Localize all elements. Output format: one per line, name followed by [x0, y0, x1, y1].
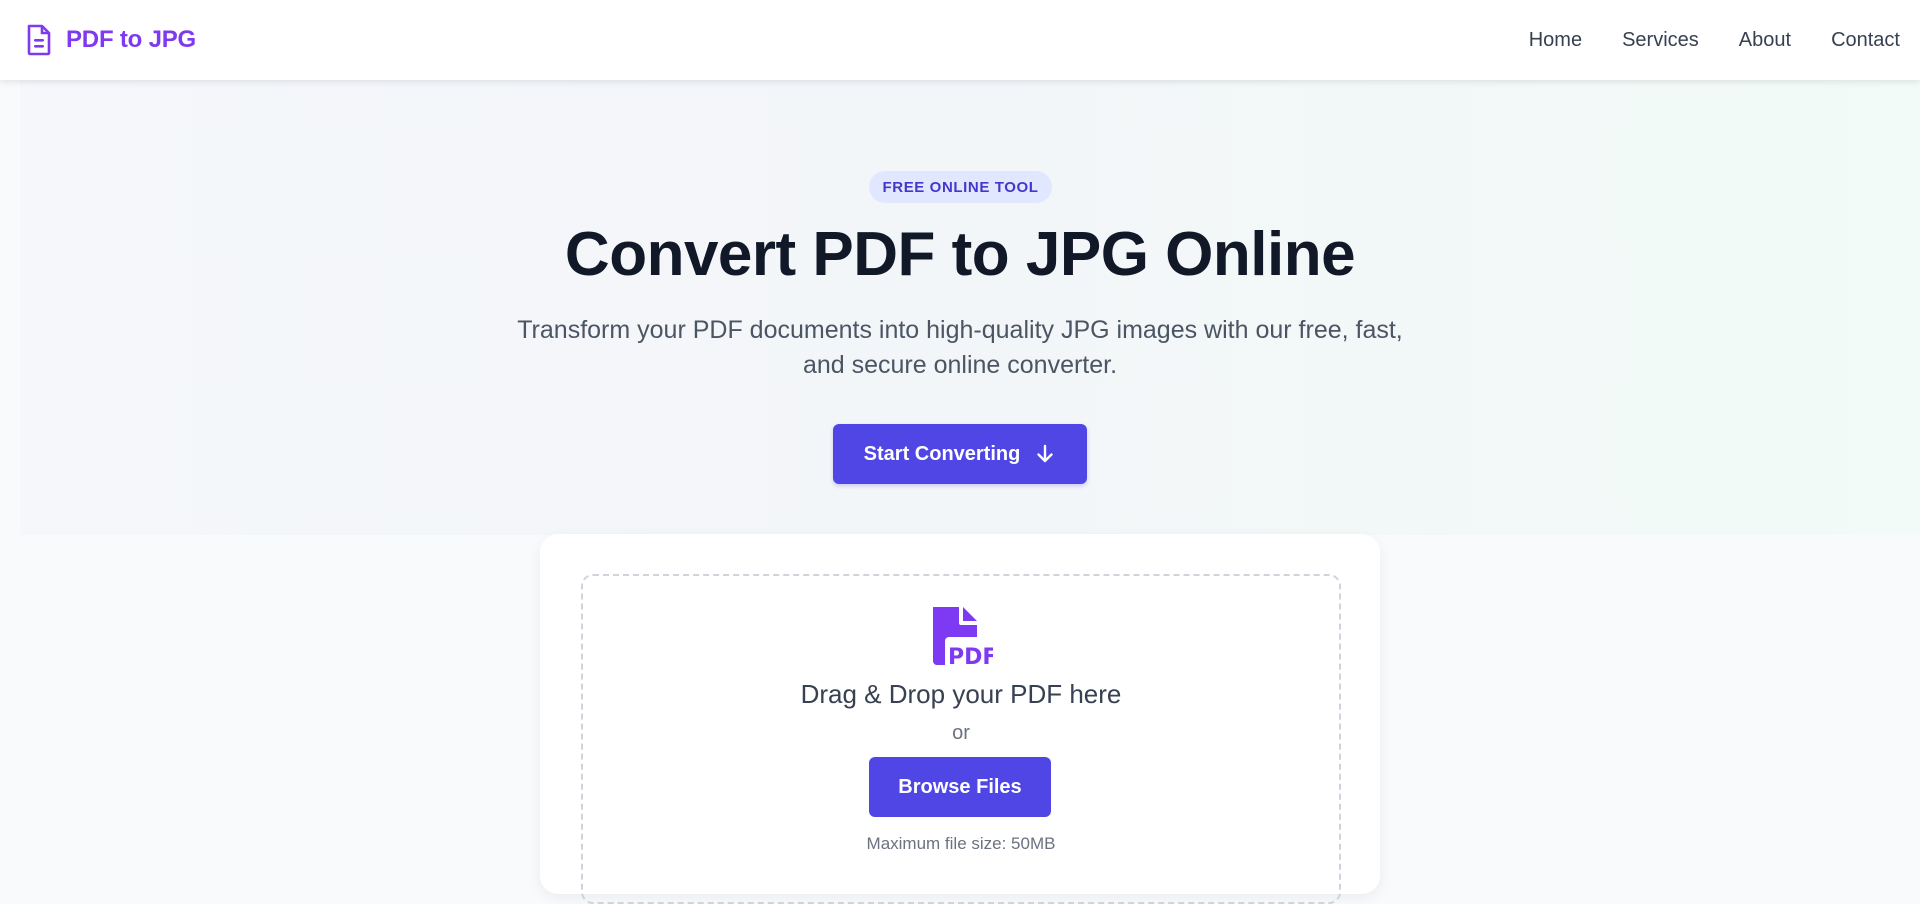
hero-subtitle-line-1: Transform your PDF documents into high-q… [517, 316, 1403, 344]
drop-or-text: or [952, 722, 970, 744]
nav-links: Home Services About Contact [1529, 29, 1900, 52]
hero-subtitle-line-2: and secure online converter. [802, 351, 1118, 379]
arrow-down-icon [1037, 444, 1054, 463]
nav-link-services[interactable]: Services [1622, 29, 1699, 52]
brand-name: PDF to JPG [66, 26, 197, 53]
free-tool-badge: FREE ONLINE TOOL [869, 171, 1052, 203]
nav-link-about[interactable]: About [1739, 29, 1791, 52]
pdf-dropzone[interactable]: PDF Drag & Drop your PDF here or Browse … [581, 574, 1341, 904]
start-converting-label: Start Converting [863, 442, 1021, 465]
page-title: Convert PDF to JPG Online [564, 220, 1356, 289]
document-icon [27, 24, 51, 56]
svg-text:PDF: PDF [948, 645, 993, 667]
nav-link-home[interactable]: Home [1529, 29, 1582, 52]
nav-link-contact[interactable]: Contact [1831, 29, 1900, 52]
browse-files-button[interactable]: Browse Files [869, 757, 1051, 817]
pdf-file-icon: PDF [933, 607, 993, 667]
top-navbar: PDF to JPG Home Services About Contact [0, 0, 1920, 80]
upload-card: PDF Drag & Drop your PDF here or Browse … [540, 534, 1380, 904]
brand-logo-link[interactable]: PDF to JPG [26, 24, 196, 56]
start-converting-button[interactable]: Start Converting [833, 424, 1087, 484]
hero-subtitle: Transform your PDF documents into high-q… [460, 313, 1460, 383]
max-file-size-text: Maximum file size: 50MB [866, 834, 1056, 853]
drop-title: Drag & Drop your PDF here [800, 679, 1122, 709]
